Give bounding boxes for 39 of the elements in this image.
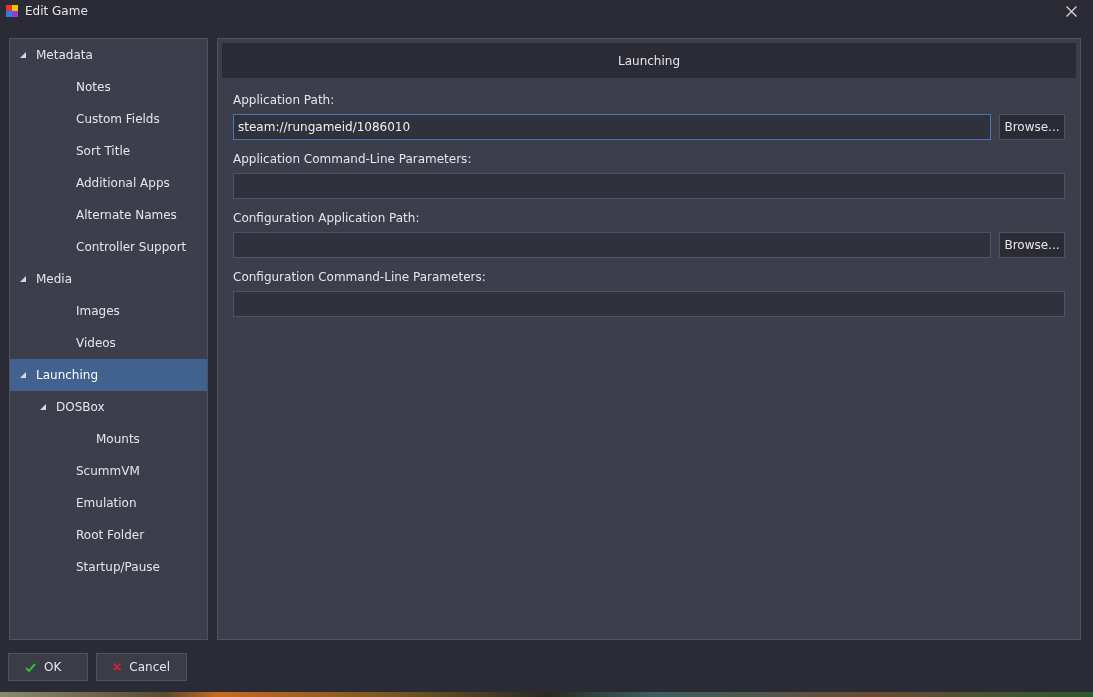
- browse-button[interactable]: Browse...: [999, 114, 1065, 140]
- expanded-triangle-icon[interactable]: [20, 52, 26, 58]
- tree-item[interactable]: Notes: [10, 71, 207, 103]
- check-icon: [25, 662, 36, 672]
- tree-item[interactable]: Root Folder: [10, 519, 207, 551]
- tree-item[interactable]: Custom Fields: [10, 103, 207, 135]
- expanded-triangle-icon[interactable]: [40, 404, 46, 410]
- close-icon[interactable]: [1066, 5, 1077, 17]
- field-label: Configuration Application Path:: [233, 211, 420, 225]
- input-field[interactable]: steam://rungameid/1086010: [233, 114, 991, 140]
- field-label: Configuration Command-Line Parameters:: [233, 270, 486, 284]
- input-field[interactable]: [233, 173, 1065, 199]
- tree-item[interactable]: Additional Apps: [10, 167, 207, 199]
- tree-item[interactable]: Startup/Pause: [10, 551, 207, 583]
- window-title: Edit Game: [25, 4, 89, 18]
- tree-item[interactable]: Media: [10, 263, 207, 295]
- tree-item[interactable]: Alternate Names: [10, 199, 207, 231]
- expanded-triangle-icon[interactable]: [20, 276, 26, 282]
- tree-item[interactable]: Sort Title: [10, 135, 207, 167]
- tree-item[interactable]: Videos: [10, 327, 207, 359]
- tree-item[interactable]: ScummVM: [10, 455, 207, 487]
- tree-item[interactable]: Emulation: [10, 487, 207, 519]
- tree-item[interactable]: Mounts: [10, 423, 207, 455]
- tree-item[interactable]: DOSBox: [10, 391, 207, 423]
- section-header: Launching: [222, 43, 1076, 78]
- field-label: Application Path:: [233, 93, 335, 107]
- input-field[interactable]: [233, 232, 991, 258]
- input-field[interactable]: [233, 291, 1065, 317]
- cancel-button[interactable]: Cancel: [96, 653, 187, 681]
- tree-item[interactable]: Images: [10, 295, 207, 327]
- browse-button[interactable]: Browse...: [999, 232, 1065, 258]
- tree-item[interactable]: Launching: [10, 359, 207, 391]
- tree-item[interactable]: Metadata: [10, 39, 207, 71]
- ok-button[interactable]: OK: [8, 653, 88, 681]
- cube-logo-icon: [6, 5, 18, 17]
- field-label: Application Command-Line Parameters:: [233, 152, 472, 166]
- cross-icon: [113, 662, 122, 672]
- expanded-triangle-icon[interactable]: [20, 372, 26, 378]
- tree-item[interactable]: Controller Support: [10, 231, 207, 263]
